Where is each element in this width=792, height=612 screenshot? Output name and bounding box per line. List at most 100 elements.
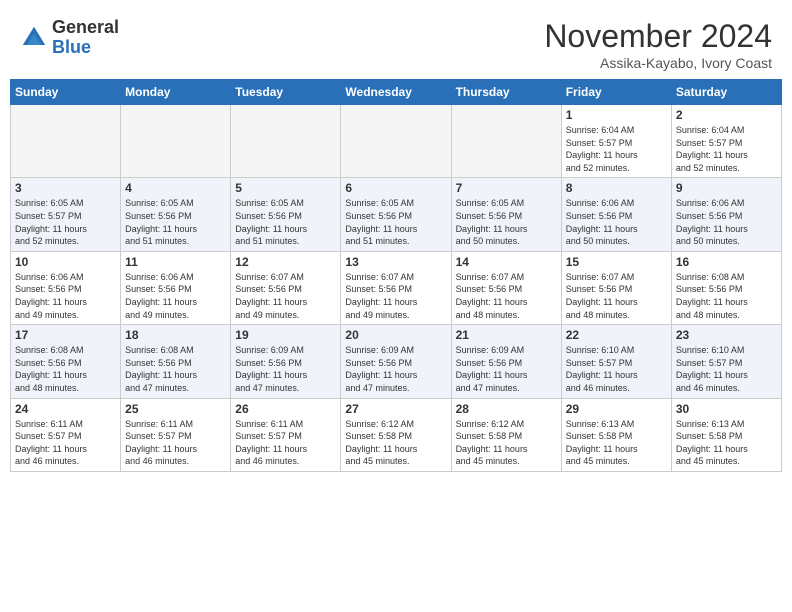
calendar-cell: 13 Sunrise: 6:07 AM Sunset: 5:56 PM Dayli… xyxy=(341,251,451,324)
calendar-cell: 8Sunrise: 6:06 AM Sunset: 5:56 PM Daylig… xyxy=(561,178,671,251)
day-number: 20 xyxy=(345,328,446,342)
day-number: 10 xyxy=(15,255,116,269)
calendar-cell: 12 Sunrise: 6:07 AM Sunset: 5:56 PM Dayli… xyxy=(231,251,341,324)
calendar-cell: 21 Sunrise: 6:09 AM Sunset: 5:56 PM Dayli… xyxy=(451,325,561,398)
day-number: 5 xyxy=(235,181,336,195)
calendar-cell: 18Sunrise: 6:08 AM Sunset: 5:56 PM Dayli… xyxy=(121,325,231,398)
day-info: Sunrise: 6:05 AM Sunset: 5:56 PM Dayligh… xyxy=(456,197,557,247)
logo-icon xyxy=(20,24,48,52)
calendar-cell: 10 Sunrise: 6:06 AM Sunset: 5:56 PM Dayli… xyxy=(11,251,121,324)
day-info: Sunrise: 6:05 AM Sunset: 5:56 PM Dayligh… xyxy=(345,197,446,247)
day-number: 2 xyxy=(676,108,777,122)
day-info: Sunrise: 6:04 AM Sunset: 5:57 PM Dayligh… xyxy=(566,124,667,174)
day-number: 29 xyxy=(566,402,667,416)
day-info: Sunrise: 6:12 AM Sunset: 5:58 PM Dayligh… xyxy=(345,418,446,468)
day-info: Sunrise: 6:12 AM Sunset: 5:58 PM Dayligh… xyxy=(456,418,557,468)
day-number: 14 xyxy=(456,255,557,269)
day-info: Sunrise: 6:09 AM Sunset: 5:56 PM Dayligh… xyxy=(456,344,557,394)
calendar-cell: 19 Sunrise: 6:09 AM Sunset: 5:56 PM Dayli… xyxy=(231,325,341,398)
day-number: 28 xyxy=(456,402,557,416)
day-info: Sunrise: 6:05 AM Sunset: 5:56 PM Dayligh… xyxy=(235,197,336,247)
day-info: Sunrise: 6:11 AM Sunset: 5:57 PM Dayligh… xyxy=(125,418,226,468)
calendar-cell xyxy=(451,105,561,178)
calendar-cell: 28 Sunrise: 6:12 AM Sunset: 5:58 PM Dayli… xyxy=(451,398,561,471)
calendar-cell: 4 Sunrise: 6:05 AM Sunset: 5:56 PM Daylig… xyxy=(121,178,231,251)
day-number: 1 xyxy=(566,108,667,122)
calendar-cell xyxy=(121,105,231,178)
calendar-cell: 15 Sunrise: 6:07 AM Sunset: 5:56 PM Dayli… xyxy=(561,251,671,324)
day-number: 7 xyxy=(456,181,557,195)
calendar-cell: 26 Sunrise: 6:11 AM Sunset: 5:57 PM Dayli… xyxy=(231,398,341,471)
day-info: Sunrise: 6:06 AM Sunset: 5:56 PM Dayligh… xyxy=(125,271,226,321)
day-info: Sunrise: 6:13 AM Sunset: 5:58 PM Dayligh… xyxy=(676,418,777,468)
location-title: Assika-Kayabo, Ivory Coast xyxy=(544,55,772,71)
day-info: Sunrise: 6:06 AM Sunset: 5:56 PM Dayligh… xyxy=(15,271,116,321)
day-info: Sunrise: 6:05 AM Sunset: 5:56 PM Dayligh… xyxy=(125,197,226,247)
day-number: 27 xyxy=(345,402,446,416)
calendar-cell: 7 Sunrise: 6:05 AM Sunset: 5:56 PM Daylig… xyxy=(451,178,561,251)
calendar-cell: 6 Sunrise: 6:05 AM Sunset: 5:56 PM Daylig… xyxy=(341,178,451,251)
calendar-cell: 2 Sunrise: 6:04 AM Sunset: 5:57 PM Daylig… xyxy=(671,105,781,178)
day-info: Sunrise: 6:13 AM Sunset: 5:58 PM Dayligh… xyxy=(566,418,667,468)
day-number: 18 xyxy=(125,328,226,342)
day-number: 4 xyxy=(125,181,226,195)
calendar-cell: 3 Sunrise: 6:05 AM Sunset: 5:57 PM Daylig… xyxy=(11,178,121,251)
day-info: Sunrise: 6:06 AM Sunset: 5:56 PM Dayligh… xyxy=(676,197,777,247)
day-number: 25 xyxy=(125,402,226,416)
day-number: 26 xyxy=(235,402,336,416)
day-info: Sunrise: 6:09 AM Sunset: 5:56 PM Dayligh… xyxy=(235,344,336,394)
calendar-cell: 24 Sunrise: 6:11 AM Sunset: 5:57 PM Dayli… xyxy=(11,398,121,471)
day-number: 12 xyxy=(235,255,336,269)
day-info: Sunrise: 6:11 AM Sunset: 5:57 PM Dayligh… xyxy=(235,418,336,468)
weekday-header: Tuesday xyxy=(231,80,341,105)
day-number: 15 xyxy=(566,255,667,269)
weekday-header: Monday xyxy=(121,80,231,105)
calendar-cell: 5 Sunrise: 6:05 AM Sunset: 5:56 PM Daylig… xyxy=(231,178,341,251)
title-block: November 2024 Assika-Kayabo, Ivory Coast xyxy=(544,18,772,71)
day-info: Sunrise: 6:04 AM Sunset: 5:57 PM Dayligh… xyxy=(676,124,777,174)
weekday-header: Saturday xyxy=(671,80,781,105)
day-number: 13 xyxy=(345,255,446,269)
calendar-cell: 23 Sunrise: 6:10 AM Sunset: 5:57 PM Dayli… xyxy=(671,325,781,398)
day-info: Sunrise: 6:07 AM Sunset: 5:56 PM Dayligh… xyxy=(345,271,446,321)
day-number: 6 xyxy=(345,181,446,195)
calendar-cell: 25 Sunrise: 6:11 AM Sunset: 5:57 PM Dayli… xyxy=(121,398,231,471)
day-number: 16 xyxy=(676,255,777,269)
day-number: 24 xyxy=(15,402,116,416)
calendar-cell: 30 Sunrise: 6:13 AM Sunset: 5:58 PM Dayli… xyxy=(671,398,781,471)
day-number: 3 xyxy=(15,181,116,195)
page-header: General Blue November 2024 Assika-Kayabo… xyxy=(10,10,782,75)
calendar-cell: 1 Sunrise: 6:04 AM Sunset: 5:57 PM Daylig… xyxy=(561,105,671,178)
weekday-header: Sunday xyxy=(11,80,121,105)
calendar: SundayMondayTuesdayWednesdayThursdayFrid… xyxy=(10,79,782,472)
day-number: 11 xyxy=(125,255,226,269)
day-info: Sunrise: 6:08 AM Sunset: 5:56 PM Dayligh… xyxy=(15,344,116,394)
day-number: 21 xyxy=(456,328,557,342)
calendar-cell: 17 Sunrise: 6:08 AM Sunset: 5:56 PM Dayli… xyxy=(11,325,121,398)
calendar-cell: 16Sunrise: 6:08 AM Sunset: 5:56 PM Dayli… xyxy=(671,251,781,324)
day-info: Sunrise: 6:09 AM Sunset: 5:56 PM Dayligh… xyxy=(345,344,446,394)
calendar-cell: 9 Sunrise: 6:06 AM Sunset: 5:56 PM Daylig… xyxy=(671,178,781,251)
calendar-cell: 29 Sunrise: 6:13 AM Sunset: 5:58 PM Dayli… xyxy=(561,398,671,471)
day-info: Sunrise: 6:07 AM Sunset: 5:56 PM Dayligh… xyxy=(566,271,667,321)
day-number: 9 xyxy=(676,181,777,195)
day-number: 23 xyxy=(676,328,777,342)
logo-text: General Blue xyxy=(52,18,119,58)
weekday-header: Thursday xyxy=(451,80,561,105)
day-number: 8 xyxy=(566,181,667,195)
day-info: Sunrise: 6:11 AM Sunset: 5:57 PM Dayligh… xyxy=(15,418,116,468)
weekday-header: Wednesday xyxy=(341,80,451,105)
weekday-header: Friday xyxy=(561,80,671,105)
calendar-cell: 14 Sunrise: 6:07 AM Sunset: 5:56 PM Dayli… xyxy=(451,251,561,324)
day-info: Sunrise: 6:07 AM Sunset: 5:56 PM Dayligh… xyxy=(456,271,557,321)
calendar-cell: 20 Sunrise: 6:09 AM Sunset: 5:56 PM Dayli… xyxy=(341,325,451,398)
month-title: November 2024 xyxy=(544,18,772,55)
day-info: Sunrise: 6:05 AM Sunset: 5:57 PM Dayligh… xyxy=(15,197,116,247)
day-info: Sunrise: 6:07 AM Sunset: 5:56 PM Dayligh… xyxy=(235,271,336,321)
day-number: 30 xyxy=(676,402,777,416)
calendar-cell xyxy=(11,105,121,178)
calendar-header: SundayMondayTuesdayWednesdayThursdayFrid… xyxy=(11,80,782,105)
day-info: Sunrise: 6:10 AM Sunset: 5:57 PM Dayligh… xyxy=(676,344,777,394)
day-number: 17 xyxy=(15,328,116,342)
day-number: 19 xyxy=(235,328,336,342)
